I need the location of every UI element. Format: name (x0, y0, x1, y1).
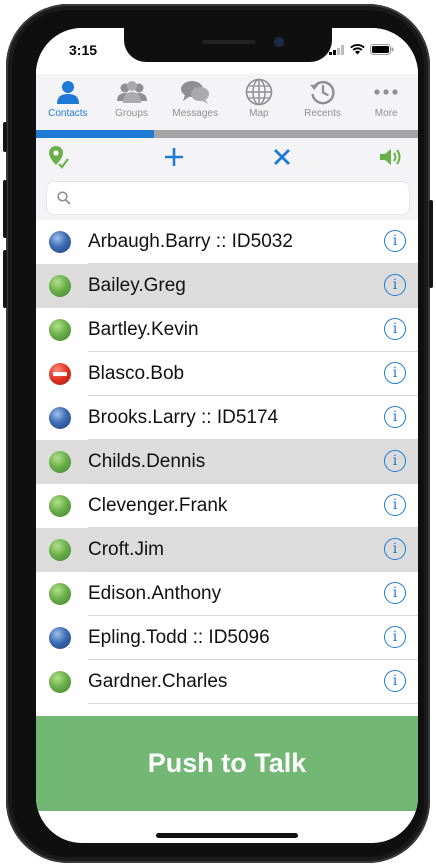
tab-label: Groups (115, 108, 148, 119)
push-to-talk-button[interactable]: Push to Talk (36, 716, 418, 811)
tab-groups[interactable]: Groups (100, 74, 164, 130)
side-button-power (429, 200, 433, 288)
side-button-mute (3, 122, 7, 152)
contact-list: Arbaugh.Barry :: ID5032 i Bailey.Greg i … (36, 220, 418, 712)
cellular-signal-icon (329, 44, 344, 55)
info-icon[interactable]: i (384, 362, 406, 384)
row-divider (88, 703, 418, 704)
contact-row[interactable]: Croft.Jim i (36, 528, 418, 572)
side-button-volume-down (3, 250, 7, 308)
status-away-icon (49, 627, 71, 649)
search-icon (57, 191, 71, 205)
add-icon (165, 148, 183, 166)
tab-messages[interactable]: Messages (163, 74, 227, 130)
contacts-toolbar (36, 138, 418, 176)
info-icon[interactable]: i (384, 406, 406, 428)
close-icon (274, 149, 290, 165)
tab-label: Contacts (48, 108, 88, 119)
phone-frame: 3:15 Contacts Groups Messages Map Recent… (3, 4, 433, 863)
side-button-volume-up (3, 180, 7, 238)
status-online-icon (49, 539, 71, 561)
info-icon[interactable]: i (384, 538, 406, 560)
chat-bubbles-icon (180, 78, 210, 106)
contact-row[interactable]: Epling.Todd :: ID5096 i (36, 616, 418, 660)
tab-label: More (374, 108, 398, 119)
info-icon[interactable]: i (384, 230, 406, 252)
contact-name: Epling.Todd :: ID5096 (88, 627, 270, 648)
tab-map[interactable]: Map (227, 74, 291, 130)
info-icon[interactable]: i (384, 494, 406, 516)
battery-icon (370, 44, 394, 55)
info-icon[interactable]: i (384, 318, 406, 340)
location-button[interactable] (44, 142, 74, 172)
status-online-icon (49, 583, 71, 605)
status-online-icon (49, 275, 71, 297)
status-away-icon (49, 407, 71, 429)
add-contact-button[interactable] (159, 142, 189, 172)
contact-row[interactable]: Bailey.Greg i (36, 264, 418, 308)
contact-row[interactable]: Edison.Anthony i (36, 572, 418, 616)
contact-name: Brooks.Larry :: ID5174 (88, 407, 279, 428)
tab-label: Recents (304, 108, 341, 119)
tab-indicator (36, 130, 418, 138)
delete-contact-button[interactable] (267, 142, 297, 172)
contact-row[interactable]: Blasco.Bob i (36, 352, 418, 396)
app-screen: 3:15 Contacts Groups Messages Map Recent… (36, 28, 418, 843)
contact-name: Gardner.Charles (88, 671, 228, 692)
location-pin-icon (49, 146, 69, 169)
search-bar (36, 176, 418, 220)
contact-name: Blasco.Bob (88, 363, 185, 384)
speaker-button[interactable] (376, 142, 406, 172)
tab-recents[interactable]: Recents (291, 74, 355, 130)
status-do-not-disturb-icon (49, 363, 71, 385)
tab-bar: Contacts Groups Messages Map Recents Mor… (36, 74, 418, 130)
group-icon (116, 78, 147, 106)
status-away-icon (49, 231, 71, 253)
contact-name: Clevenger.Frank (88, 495, 228, 516)
status-online-icon (49, 451, 71, 473)
tab-indicator-fill (36, 130, 154, 138)
contact-row[interactable]: Bartley.Kevin i (36, 308, 418, 352)
info-icon[interactable]: i (384, 450, 406, 472)
contact-row[interactable]: Clevenger.Frank i (36, 484, 418, 528)
contact-name: Childs.Dennis (88, 451, 206, 472)
home-indicator[interactable] (156, 833, 298, 838)
earpiece-speaker (202, 40, 256, 44)
tab-label: Messages (172, 108, 218, 119)
front-camera (274, 37, 284, 47)
contact-row[interactable]: Arbaugh.Barry :: ID5032 i (36, 220, 418, 264)
contact-name: Bartley.Kevin (88, 319, 199, 340)
status-online-icon (49, 671, 71, 693)
tab-label: Map (249, 108, 269, 119)
contact-row[interactable]: Gardner.Charles i (36, 660, 418, 704)
history-icon (308, 78, 338, 106)
contact-row[interactable]: Childs.Dennis i (36, 440, 418, 484)
contact-name: Croft.Jim (88, 539, 164, 560)
status-time: 3:15 (69, 42, 98, 58)
search-input[interactable] (77, 186, 401, 212)
status-online-icon (49, 495, 71, 517)
info-icon[interactable]: i (384, 670, 406, 692)
contact-row[interactable]: Brooks.Larry :: ID5174 i (36, 396, 418, 440)
contact-name: Arbaugh.Barry :: ID5032 (88, 231, 293, 252)
contact-name: Edison.Anthony (88, 583, 222, 604)
status-bar: 3:15 (36, 28, 418, 74)
wifi-icon (350, 44, 365, 55)
ellipsis-icon (371, 78, 401, 106)
tab-contacts[interactable]: Contacts (36, 74, 100, 130)
info-icon[interactable]: i (384, 274, 406, 296)
contact-name: Bailey.Greg (88, 275, 186, 296)
status-icons (329, 44, 394, 55)
info-icon[interactable]: i (384, 582, 406, 604)
info-icon[interactable]: i (384, 626, 406, 648)
tab-more[interactable]: More (354, 74, 418, 130)
notch (124, 28, 332, 62)
person-icon (53, 78, 83, 106)
speaker-icon (380, 149, 401, 165)
search-field[interactable] (46, 181, 410, 215)
status-online-icon (49, 319, 71, 341)
globe-icon (244, 78, 274, 106)
